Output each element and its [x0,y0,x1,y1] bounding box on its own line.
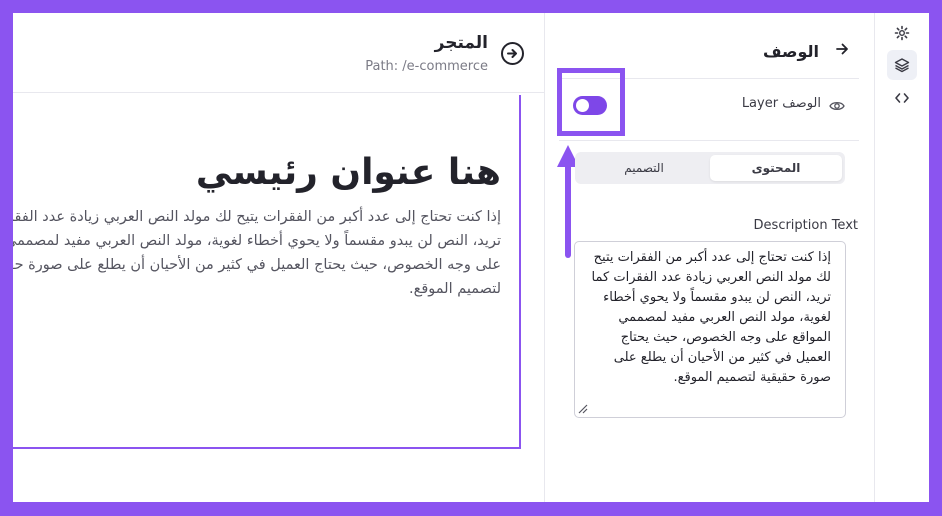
code-icon[interactable] [887,83,917,113]
description-text: إذا كنت تحتاج إلى عدد أكبر من الفقرات يت… [591,250,831,385]
description-label: Description Text [753,218,858,233]
panel-tabs: التصميم المحتوى [575,152,845,184]
resize-grip-icon[interactable] [578,404,588,414]
back-arrow-icon[interactable] [835,41,849,61]
description-textarea[interactable]: إذا كنت تحتاج إلى عدد أكبر من الفقرات يت… [574,241,846,418]
gear-icon[interactable] [887,18,917,48]
tab-content[interactable]: المحتوى [710,155,842,181]
hero-heading: هنا عنوان رئيسي [195,152,501,193]
layer-label: Layer الوصف [741,96,821,111]
eye-icon[interactable] [829,97,845,116]
hero-section[interactable]: هنا عنوان رئيسي إذا كنت تحتاج إلى عدد أك… [13,95,521,449]
hero-paragraph: إذا كنت تحتاج إلى عدد أكبر من الفقرات يت… [13,209,501,297]
canvas-header: المتجر Path: /e-commerce [13,13,544,93]
arrow-right-icon [507,49,517,58]
page-path: Path: /e-commerce [365,59,488,74]
toggle-highlight-box [557,68,625,136]
tab-design[interactable]: التصميم [578,155,710,181]
app-frame: المتجر Path: /e-commerce هنا عنوان رئيسي… [13,13,929,502]
settings-panel: الوصف Layer الوصف التصميم المحتوى Descri… [544,13,874,502]
panel-title: الوصف [762,42,819,61]
arrow-circle-right-icon[interactable] [501,42,524,65]
icon-rail [874,13,929,502]
page-title: المتجر [434,33,488,53]
layers-icon[interactable] [887,50,917,80]
